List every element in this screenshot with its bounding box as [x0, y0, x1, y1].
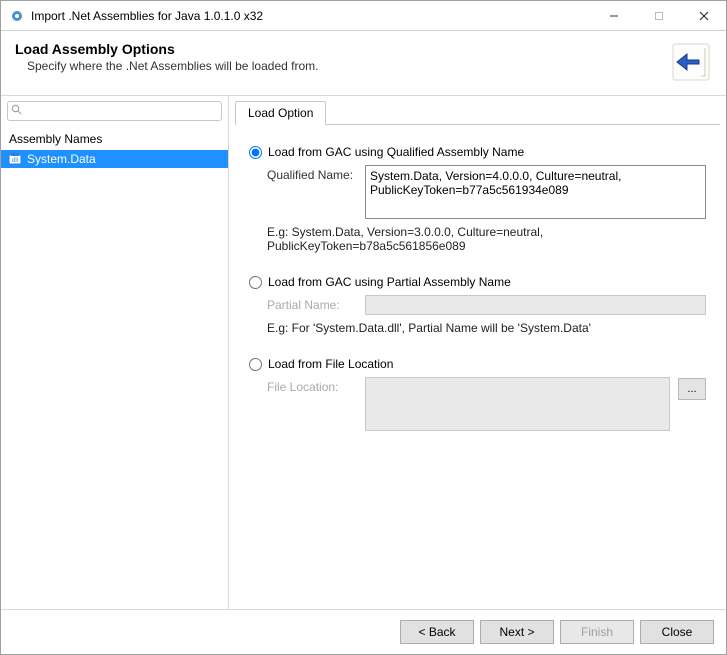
radio-gac-qualified[interactable]: [249, 146, 262, 159]
window-controls: [591, 1, 726, 30]
back-arrow-icon: [670, 41, 712, 83]
dialog-body: Assembly Names dll System.Data Load Opti…: [1, 96, 726, 610]
partial-name-input: [365, 295, 706, 315]
option-gac-qualified: Load from GAC using Qualified Assembly N…: [249, 145, 706, 253]
search-input[interactable]: [7, 101, 222, 121]
titlebar: Import .Net Assemblies for Java 1.0.1.0 …: [1, 1, 726, 31]
radio-file-location[interactable]: [249, 358, 262, 371]
assembly-item-label: System.Data: [27, 152, 96, 166]
left-panel: Assembly Names dll System.Data: [1, 96, 229, 609]
assembly-item-system-data[interactable]: dll System.Data: [1, 150, 228, 168]
page-subtitle: Specify where the .Net Assemblies will b…: [15, 59, 670, 73]
radio-gac-partial[interactable]: [249, 276, 262, 289]
svg-text:dll: dll: [12, 158, 18, 164]
back-button[interactable]: < Back: [400, 620, 474, 644]
option-file-location: Load from File Location File Location: .…: [249, 357, 706, 431]
header-banner: Load Assembly Options Specify where the …: [1, 31, 726, 96]
maximize-button[interactable]: [636, 1, 681, 30]
assembly-list[interactable]: dll System.Data: [1, 150, 228, 609]
search-wrap: [1, 96, 228, 126]
tab-strip: Load Option: [229, 96, 726, 124]
window-title: Import .Net Assemblies for Java 1.0.1.0 …: [31, 9, 591, 23]
radio-file-location-label[interactable]: Load from File Location: [268, 357, 393, 371]
qualified-name-input[interactable]: [365, 165, 706, 219]
file-location-input: [365, 377, 670, 431]
assembly-list-header: Assembly Names: [1, 126, 228, 150]
dialog-window: Import .Net Assemblies for Java 1.0.1.0 …: [0, 0, 727, 655]
next-button[interactable]: Next >: [480, 620, 554, 644]
right-panel: Load Option Load from GAC using Qualifie…: [229, 96, 726, 609]
radio-gac-partial-label[interactable]: Load from GAC using Partial Assembly Nam…: [268, 275, 511, 289]
page-title: Load Assembly Options: [15, 41, 670, 57]
tab-content: Load from GAC using Qualified Assembly N…: [235, 124, 720, 603]
finish-button: Finish: [560, 620, 634, 644]
qualified-name-hint: E.g: System.Data, Version=3.0.0.0, Cultu…: [249, 225, 706, 253]
qualified-name-label: Qualified Name:: [267, 165, 357, 182]
close-button[interactable]: Close: [640, 620, 714, 644]
radio-gac-qualified-label[interactable]: Load from GAC using Qualified Assembly N…: [268, 145, 524, 159]
partial-name-hint: E.g: For 'System.Data.dll', Partial Name…: [249, 321, 706, 335]
partial-name-label: Partial Name:: [267, 295, 357, 312]
file-location-label: File Location:: [267, 377, 357, 394]
tab-load-option[interactable]: Load Option: [235, 101, 326, 125]
minimize-button[interactable]: [591, 1, 636, 30]
assembly-icon: dll: [7, 151, 23, 167]
browse-button[interactable]: ...: [678, 378, 706, 400]
option-gac-partial: Load from GAC using Partial Assembly Nam…: [249, 275, 706, 335]
dialog-footer: < Back Next > Finish Close: [1, 610, 726, 654]
close-window-button[interactable]: [681, 1, 726, 30]
app-icon: [9, 8, 25, 24]
